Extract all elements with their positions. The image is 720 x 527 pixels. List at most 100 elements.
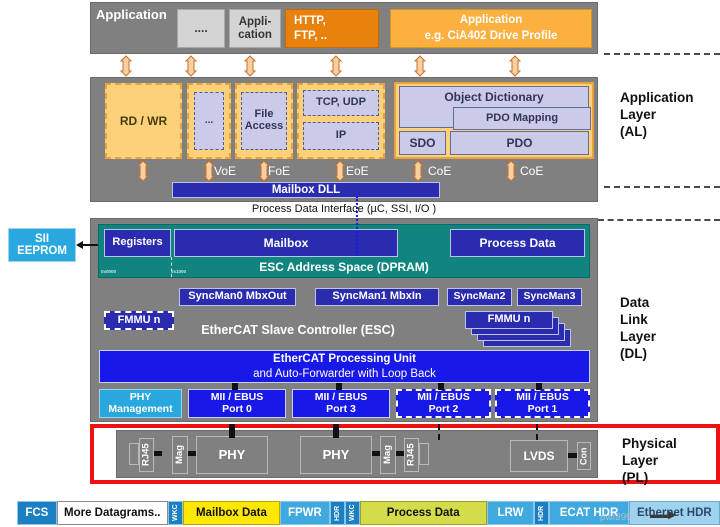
phy-management-line1: PHY <box>129 391 152 404</box>
frame-seg-wkc-2[interactable]: WKC <box>344 501 360 525</box>
processing-unit-line2: and Auto-Forwarder with Loop Back <box>253 367 436 380</box>
layer-label-application-line1: Application <box>620 90 694 105</box>
stub-epu-port2 <box>438 383 444 390</box>
app-box-application[interactable]: Appli- cation <box>229 9 281 48</box>
esc-mailbox-box[interactable]: Mailbox <box>174 229 398 257</box>
app-box-application-line2: cation <box>238 28 272 41</box>
esc-addr-start-label: 0x0000 <box>101 269 117 274</box>
app-box-application-line1: Appli- <box>238 16 272 29</box>
al-box-file-access[interactable]: File Access <box>241 92 287 150</box>
app-box-http-ftp-line1: HTTP, <box>294 15 326 27</box>
stub-epu-port1 <box>536 383 542 390</box>
frame-seg-more-datagrams[interactable]: More Datagrams.. <box>56 501 168 525</box>
phy-management-line2: Management <box>108 402 173 415</box>
layer-label-pl-line2: Layer <box>622 452 659 468</box>
syncman3-box[interactable]: SyncMan3 <box>517 288 582 306</box>
stub-lvds-con <box>568 453 577 458</box>
port2-line2: Port 2 <box>428 402 459 415</box>
port3-box[interactable]: MII / EBUS Port 3 <box>292 389 390 418</box>
layer-divider-top <box>604 53 720 55</box>
esc-controller-caption: EtherCAT Slave Controller (ESC) <box>201 323 395 338</box>
layer-label-data-link: Data Link Layer (DL) <box>620 295 720 363</box>
app-to-al-arrows <box>119 55 522 77</box>
sii-eeprom-box[interactable]: SII EEPROM <box>8 228 76 262</box>
al-box-sdo[interactable]: SDO <box>399 131 446 155</box>
frame-seg-fpwr[interactable]: FPWR <box>280 501 330 525</box>
syncman1-box[interactable]: SyncMan1 MbxIn <box>315 288 439 306</box>
app-box-http-ftp-line2: FTP, .. <box>294 29 328 42</box>
fmmu-right-box[interactable]: FMMU n <box>465 311 553 329</box>
frame-seg-process-data[interactable]: Process Data <box>359 501 487 525</box>
al-box-voe-inner[interactable]: ... <box>194 92 224 150</box>
stub-epu-port0 <box>232 383 238 390</box>
esc-addr-mid-label: 0x1000 <box>171 269 187 274</box>
port1-line2: Port 1 <box>527 402 558 415</box>
layer-label-application-line3: (AL) <box>620 123 647 139</box>
layer-label-application: Application Layer (AL) <box>620 90 720 141</box>
port0-box[interactable]: MII / EBUS Port 0 <box>188 389 286 418</box>
app-box-drive-profile[interactable]: Application e.g. CiA402 Drive Profile <box>390 9 592 48</box>
al-box-ip[interactable]: IP <box>303 122 379 150</box>
layer-divider-al-dl <box>604 186 720 188</box>
al-box-tcp-udp[interactable]: TCP, UDP <box>303 90 379 116</box>
syncman2-box[interactable]: SyncMan2 <box>447 288 512 306</box>
frame-seg-fcs[interactable]: FCS <box>17 501 57 525</box>
mag-left-box[interactable]: Mag <box>172 436 188 474</box>
port1-line1: MII / EBUS <box>516 391 569 404</box>
frame-seg-hdr-1[interactable]: HDR <box>329 501 345 525</box>
esc-addr-divider <box>171 257 172 277</box>
port0-line1: MII / EBUS <box>210 391 264 404</box>
process-data-path-line <box>356 196 358 256</box>
stub-mag-rj45-right <box>396 451 404 456</box>
frame-seg-wkc-1[interactable]: WKC <box>167 501 183 525</box>
port3-line2: Port 3 <box>326 402 356 415</box>
al-protocol-label-coe-1: CoE <box>428 164 452 178</box>
layer-label-physical: Physical Layer (PL) <box>622 436 718 487</box>
ethercat-processing-unit-box[interactable]: EtherCAT Processing Unit and Auto-Forwar… <box>99 350 590 383</box>
lvds-box[interactable]: LVDS <box>510 440 568 472</box>
stub-pl-phy-left <box>229 424 235 438</box>
frame-seg-lrw[interactable]: LRW <box>486 501 535 525</box>
con-box[interactable]: Con <box>577 442 591 470</box>
al-protocol-label-eoe: EoE <box>346 164 369 178</box>
esc-process-data-box[interactable]: Process Data <box>450 229 585 257</box>
port2-box[interactable]: MII / EBUS Port 2 <box>396 389 491 418</box>
layer-label-pl-line3: (PL) <box>622 469 649 485</box>
phy-left-box[interactable]: PHY <box>196 436 268 474</box>
mailbox-dll-box[interactable]: Mailbox DLL <box>172 182 440 198</box>
frame-seg-hdr-2[interactable]: HDR <box>534 501 550 525</box>
app-box-drive-profile-line1: Application <box>459 13 523 26</box>
layer-label-dl-line1: Data <box>620 295 650 310</box>
port0-line2: Port 0 <box>222 402 252 415</box>
rj45-left-box[interactable]: RJ45 <box>139 438 154 472</box>
al-protocol-label-coe-2: CoE <box>520 164 544 178</box>
al-box-pdo-mapping[interactable]: PDO Mapping <box>453 107 591 130</box>
stub-pl-port2-dotted <box>438 424 440 440</box>
app-box-ellipsis[interactable]: .... <box>177 9 225 48</box>
frame-seg-mailbox-data[interactable]: Mailbox Data <box>182 501 281 525</box>
al-object-dictionary-label: Object Dictionary <box>444 90 544 105</box>
mag-right-box[interactable]: Mag <box>380 436 396 474</box>
application-panel-label: Application <box>96 7 167 23</box>
al-box-pdo[interactable]: PDO <box>450 131 589 155</box>
port1-box[interactable]: MII / EBUS Port 1 <box>495 389 590 418</box>
stub-pl-lvds-dotted <box>536 424 538 440</box>
layer-label-application-line2: Layer <box>620 106 657 122</box>
phy-right-box[interactable]: PHY <box>300 436 372 474</box>
layer-label-dl-line2: Link <box>620 311 648 327</box>
layer-label-pl-line1: Physical <box>622 436 677 451</box>
stub-phy-mag-right <box>372 451 380 456</box>
rj45-right-box[interactable]: RJ45 <box>404 438 419 472</box>
esc-registers-box[interactable]: Registers <box>104 229 171 257</box>
layer-label-dl-line4: (DL) <box>620 345 647 361</box>
stub-mag-phy-left <box>188 451 196 456</box>
al-box-rd-wr[interactable]: RD / WR <box>105 83 182 159</box>
layer-label-dl-line3: Layer <box>620 328 657 344</box>
app-box-http-ftp[interactable]: HTTP, FTP, .. <box>285 9 379 48</box>
phy-management-box[interactable]: PHY Management <box>99 389 182 418</box>
port2-line1: MII / EBUS <box>417 391 470 404</box>
syncman0-box[interactable]: SyncMan0 MbxOut <box>179 288 296 306</box>
sii-eeprom-line2: EEPROM <box>17 245 67 257</box>
processing-unit-line1: EtherCAT Processing Unit <box>273 352 416 365</box>
al-box-object-dictionary[interactable]: Object Dictionary PDO Mapping <box>399 86 591 130</box>
